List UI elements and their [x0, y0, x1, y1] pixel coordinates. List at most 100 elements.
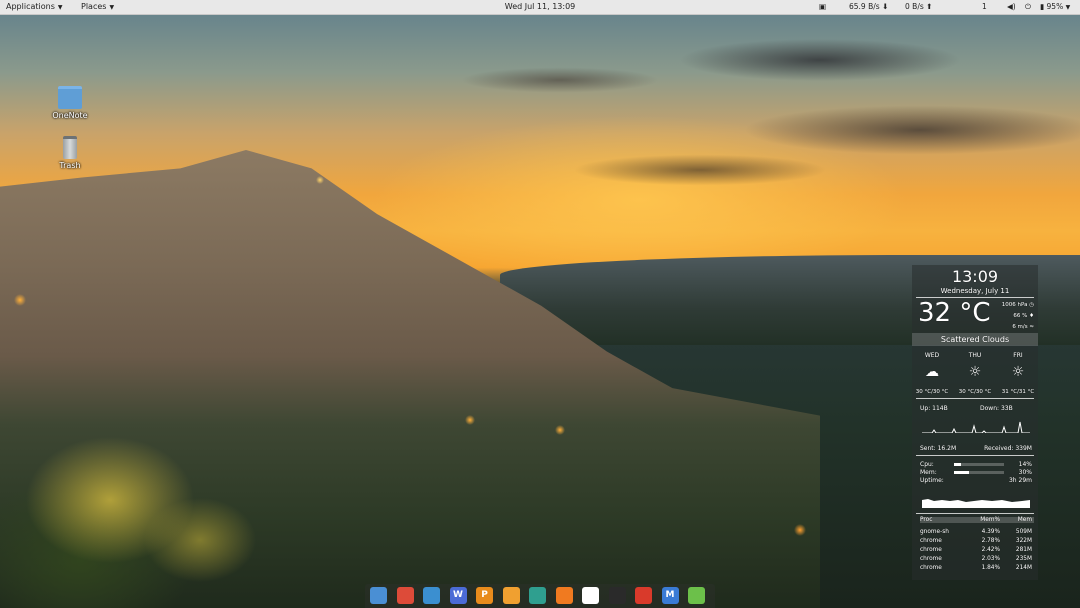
foxit-icon[interactable] — [635, 587, 652, 604]
process-table-header: Proc Mem% Mem — [920, 517, 1034, 523]
process-name: chrome — [920, 565, 942, 571]
screenshot-icon[interactable] — [502, 587, 520, 604]
sun-icon: ☼ — [968, 364, 982, 380]
battery-indicator[interactable]: ▮ 95% ▼ — [1040, 0, 1070, 15]
uptime-label: Uptime: — [920, 477, 944, 484]
inkscape-icon[interactable] — [608, 587, 626, 604]
mem-bar-fill — [954, 471, 969, 474]
process-mem: 281M — [1015, 547, 1032, 553]
net-up-value: 114B — [932, 405, 948, 412]
arrow-up-icon: ⬆ — [926, 2, 933, 11]
widget-time: 13:09 — [951, 267, 999, 286]
chevron-down-icon: ▼ — [1065, 4, 1071, 11]
sun-icon: ☼ — [1011, 364, 1025, 380]
divider — [916, 513, 1034, 514]
widget-humidity: 66 % ♦ — [1013, 313, 1034, 319]
forecast-day: THU — [968, 352, 982, 359]
net-received-label: Received: — [984, 445, 1014, 452]
net-sent-label: Sent: — [920, 445, 936, 452]
process-name: chrome — [920, 538, 942, 544]
volume-icon[interactable]: ◀) — [1007, 0, 1016, 14]
net-down-speed[interactable]: 65.9 B/s ⬇ — [849, 0, 888, 14]
network-graph — [922, 421, 1030, 433]
process-mem: 509M — [1015, 529, 1032, 535]
net-speed-row: Up: 114B Down: 33B — [920, 405, 1032, 412]
gauge-icon: ◷ — [1029, 302, 1034, 308]
process-mem: 322M — [1015, 538, 1032, 544]
notes-icon[interactable] — [688, 587, 705, 604]
net-up-speed[interactable]: 0 B/s ⬆ — [905, 0, 932, 14]
uptime-row: Uptime: 3h 29m — [920, 477, 1032, 484]
soccer-ball-icon[interactable] — [582, 587, 599, 604]
cpu-bar-fill — [954, 463, 961, 466]
process-row: gnome-sh 4.39% 509M — [920, 529, 1034, 535]
battery-icon: ▮ — [1040, 2, 1045, 11]
net-sent-value: 16.2M — [937, 445, 957, 452]
desktop-icon-label: OneNote — [52, 111, 88, 120]
process-name: gnome-sh — [920, 529, 949, 535]
chrome-icon[interactable] — [396, 587, 414, 604]
forecast-day: WED — [924, 352, 940, 359]
cpu-value: 14% — [1018, 461, 1032, 468]
battery-percent: 95% — [1046, 2, 1064, 11]
process-row: chrome 1.84% 214M — [920, 565, 1034, 571]
net-total-row: Sent: 16.2M Received: 339M — [920, 445, 1032, 452]
sync-icon[interactable] — [423, 587, 440, 604]
desktop-icon-label: Trash — [59, 161, 81, 170]
process-name: chrome — [920, 547, 942, 553]
process-mem-percent: 4.39% — [981, 529, 1000, 535]
mem-value: 30% — [1018, 469, 1032, 476]
network-monitor-icon[interactable]: ▣ — [819, 0, 826, 14]
widget-wind: 6 m/s ≈ — [1012, 324, 1034, 330]
process-mem-percent: 2.42% — [981, 547, 1000, 553]
net-down-value: 33B — [1000, 405, 1013, 412]
mailspring-icon[interactable]: M — [661, 587, 679, 604]
column-header: Mem — [1017, 517, 1032, 523]
process-row: chrome 2.78% 322M — [920, 538, 1034, 544]
process-mem-percent: 2.03% — [981, 556, 1000, 562]
cpu-bar — [954, 463, 1004, 466]
humidity-value: 66 % — [1013, 313, 1028, 319]
droplet-icon: ♦ — [1029, 313, 1034, 319]
clock-datetime[interactable]: Wed Jul 11, 13:09 — [505, 2, 576, 11]
dock: WP M — [365, 584, 715, 608]
widget-condition: Scattered Clouds — [912, 333, 1038, 346]
divider — [916, 398, 1034, 399]
notification-count[interactable]: 1 — [982, 0, 987, 14]
net-up-unit: B/s — [912, 2, 924, 11]
mem-label: Mem: — [920, 469, 937, 476]
cpu-graph — [922, 499, 1030, 508]
column-header: Mem% — [980, 517, 1000, 523]
wind-icon: ≈ — [1029, 324, 1034, 330]
net-down-unit: B/s — [868, 2, 880, 11]
desktop-icon-trash[interactable]: Trash — [40, 136, 100, 170]
user-icon[interactable] — [529, 587, 546, 604]
slides-icon[interactable] — [555, 587, 573, 604]
wallpaper-foliage — [0, 340, 320, 608]
wallpaper-clouds — [400, 20, 1080, 210]
forecast-range: 30 °C/30 °C — [915, 389, 949, 395]
folder-icon — [58, 86, 82, 109]
system-monitor-widget: 13:09 Wednesday, July 11 32 °C 1006 hPa … — [912, 265, 1038, 580]
process-row: chrome 2.42% 281M — [920, 547, 1034, 553]
forecast-range: 31 °C/31 °C — [1001, 389, 1035, 395]
net-up-value: 0 — [905, 2, 910, 11]
process-mem-percent: 1.84% — [981, 565, 1000, 571]
presentation-icon[interactable]: P — [476, 587, 493, 604]
process-row: chrome 2.03% 235M — [920, 556, 1034, 562]
writer-icon[interactable]: W — [449, 587, 467, 604]
divider — [916, 455, 1034, 456]
files-icon[interactable] — [370, 587, 387, 604]
forecast-range: 30 °C/30 °C — [958, 389, 992, 395]
trash-icon — [63, 136, 77, 159]
net-down-label: Down: — [980, 405, 1000, 412]
top-bar: Applications ▼ Places ▼ Wed Jul 11, 13:09 … — [0, 0, 1080, 15]
process-mem: 214M — [1015, 565, 1032, 571]
net-down-value: 65.9 — [849, 2, 866, 11]
process-name: chrome — [920, 556, 942, 562]
power-icon[interactable]: ⏻ — [1025, 0, 1031, 14]
desktop-icon-onenote[interactable]: OneNote — [40, 86, 100, 120]
column-header: Proc — [920, 517, 933, 523]
process-mem: 235M — [1015, 556, 1032, 562]
widget-pressure: 1006 hPa ◷ — [1002, 302, 1034, 308]
